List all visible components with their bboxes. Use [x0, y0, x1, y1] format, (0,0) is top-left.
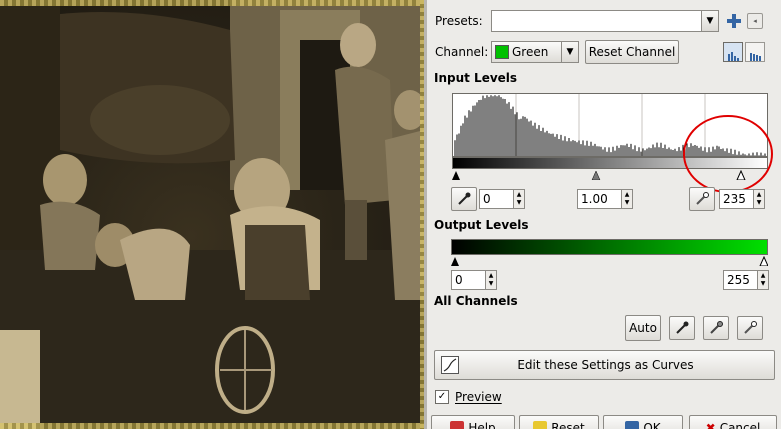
reset-label: Reset [551, 421, 585, 429]
add-preset-icon[interactable] [725, 12, 743, 30]
output-slider-track[interactable] [451, 255, 769, 267]
ok-icon [625, 421, 640, 429]
reset-channel-label: Reset Channel [588, 45, 676, 59]
gamma-spin[interactable]: 1.00 ▲ ▼ [577, 189, 633, 209]
preview-checkbox[interactable]: ✓ [435, 390, 449, 404]
chevron-down-icon[interactable]: ▼ [701, 11, 718, 31]
auto-label: Auto [629, 321, 657, 335]
annotation-circle-icon [683, 115, 773, 193]
reset-channel-button[interactable]: Reset Channel [585, 40, 679, 64]
low-input-value: 0 [483, 192, 491, 206]
chevron-down-icon[interactable]: ▼ [561, 42, 578, 62]
output-levels-title: Output Levels [434, 218, 529, 232]
high-output-spin[interactable]: 255 ▲ ▼ [723, 270, 769, 290]
output-gradient-bar[interactable] [451, 239, 768, 255]
ok-button[interactable]: OK [603, 415, 683, 429]
edit-as-curves-label: Edit these Settings as Curves [517, 358, 694, 372]
preview-label: Preview [455, 390, 502, 404]
pick-black-eyedropper-icon[interactable] [669, 316, 695, 340]
reset-icon [533, 421, 548, 429]
pick-white-point-icon[interactable] [689, 187, 715, 211]
auto-button[interactable]: Auto [625, 315, 661, 341]
curves-icon [441, 356, 459, 374]
pick-white-eyedropper-icon[interactable] [737, 316, 763, 340]
high-output-handle-icon[interactable] [759, 255, 769, 267]
photo-scene [0, 0, 424, 429]
all-channels-title: All Channels [434, 294, 518, 308]
gamma-value: 1.00 [581, 192, 608, 206]
help-button[interactable]: Help [431, 415, 515, 429]
low-output-spin[interactable]: 0 ▲ ▼ [451, 270, 497, 290]
levels-panel: Presets: ▼ ◂ Channel: Green ▼ Reset Chan… [427, 0, 781, 429]
channel-combo[interactable]: Green ▼ [491, 41, 579, 63]
dialog-button-bar: Help Reset OK ✖ Cancel [427, 413, 781, 429]
log-histogram-icon[interactable] [745, 42, 765, 62]
gamma-handle-icon[interactable] [591, 170, 601, 181]
high-input-value: 235 [723, 192, 746, 206]
green-channel-icon [495, 45, 509, 59]
low-output-value: 0 [455, 273, 463, 287]
cancel-label: Cancel [719, 421, 761, 429]
presets-combo[interactable]: ▼ [491, 10, 719, 32]
presets-label: Presets: [435, 14, 483, 28]
input-levels-title: Input Levels [434, 71, 518, 85]
cancel-icon: ✖ [705, 421, 716, 429]
channel-label: Channel: [435, 45, 489, 59]
high-input-spin[interactable]: 235 ▲ ▼ [719, 189, 765, 209]
high-output-value: 255 [727, 273, 750, 287]
edit-as-curves-button[interactable]: Edit these Settings as Curves [434, 350, 775, 380]
help-icon [450, 421, 465, 429]
preset-menu-icon[interactable]: ◂ [747, 13, 763, 29]
low-output-handle-icon[interactable] [451, 257, 459, 266]
image-canvas[interactable] [0, 0, 424, 429]
help-label: Help [468, 421, 496, 429]
low-input-spin[interactable]: 0 ▲ ▼ [479, 189, 525, 209]
ok-label: OK [643, 421, 661, 429]
channel-value: Green [512, 45, 549, 59]
pick-gray-eyedropper-icon[interactable] [703, 316, 729, 340]
low-input-handle-icon[interactable] [452, 171, 460, 180]
pick-black-point-icon[interactable] [451, 187, 477, 211]
cancel-button[interactable]: ✖ Cancel [689, 415, 777, 429]
linear-histogram-icon[interactable] [723, 42, 743, 62]
reset-button[interactable]: Reset [519, 415, 599, 429]
